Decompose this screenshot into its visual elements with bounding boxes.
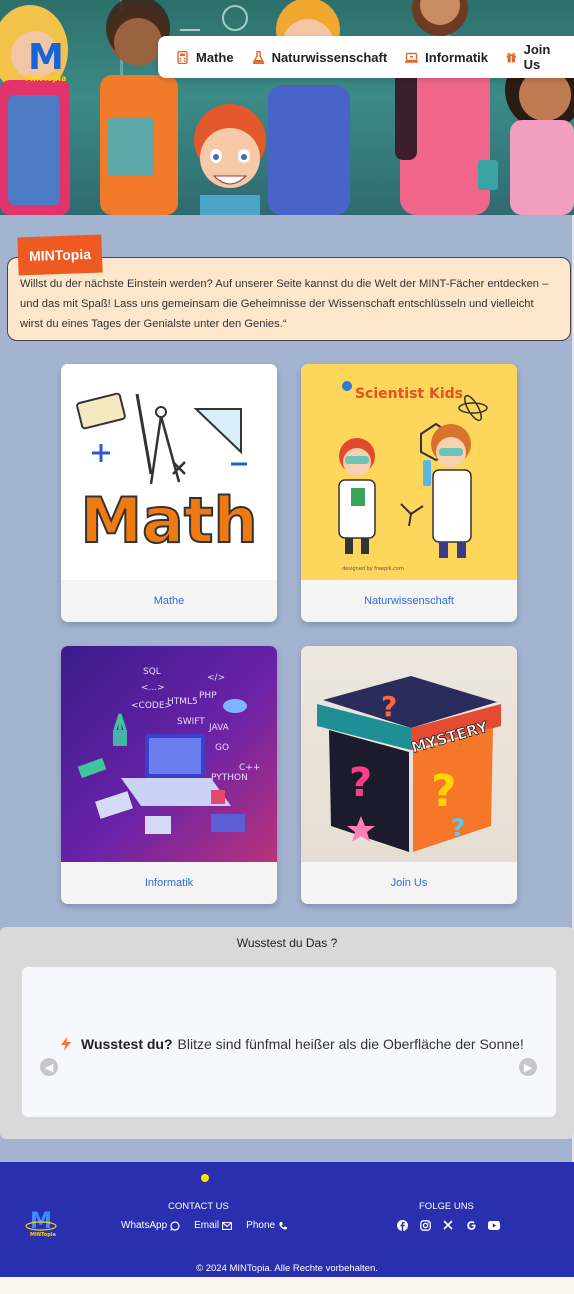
image-credit: designed by freepik.com [342,566,404,572]
phone-link[interactable]: Phone [246,1220,288,1231]
youtube-icon [488,1220,500,1230]
code-word: PYTHON [211,773,248,783]
code-word: <...> [141,683,165,693]
coding-illustration: SQL HTML5 PHP <CODE> SWIFT JAVA GO C++ P… [77,667,260,834]
instagram-link[interactable] [419,1219,431,1231]
nav-item-informatik[interactable]: Informatik [405,50,488,65]
svg-text:?: ? [349,760,372,806]
fact-item: Wusstest du? Blitze sind fünfmal heißer … [60,1036,524,1052]
nav-label: Mathe [196,49,234,65]
gift-icon [506,52,516,62]
science-image-title: Scientist Kids [355,386,463,402]
svg-text:?: ? [381,690,397,723]
code-word: SWIFT [177,717,205,727]
card-naturwissenschaft[interactable]: Scientist Kids designed by freepik.com N… [301,364,517,622]
intro-text: Willst du der nächste Einstein werden? A… [20,278,549,330]
nav-item-naturwissenschaft[interactable]: Naturwissenschaft [252,49,388,65]
facts-title: Wusstest du Das ? [236,936,338,950]
math-illustration: Math [76,392,259,558]
site-logo[interactable]: M MINTopia [22,37,67,86]
card-image-informatik: SQL HTML5 PHP <CODE> SWIFT JAVA GO C++ P… [61,646,277,862]
facts-section: Wusstest du Das ? Wusstest du? Blitze si… [0,927,574,1139]
main-navigation: Mathe Naturwissenschaft Informatik Join … [158,36,574,78]
logo-letter: M [28,37,64,78]
copyright-text: © 2024 MINTopia. Alle Rechte vorbehalten… [196,1263,378,1274]
facts-carousel: Wusstest du? Blitze sind fünfmal heißer … [22,967,556,1117]
code-word: GO [215,743,229,753]
card-caption[interactable]: Join Us [301,862,517,904]
nav-item-join-us[interactable]: Join Us [506,42,562,72]
phone-icon [279,1221,288,1229]
carousel-next-button[interactable]: ▶ [519,1058,537,1076]
code-word: C++ [239,763,260,773]
svg-text:?: ? [451,814,465,842]
svg-text:?: ? [431,766,457,817]
code-word: </> [207,673,225,683]
card-caption[interactable]: Mathe [61,580,277,622]
flask-icon [252,50,264,64]
footer-logo[interactable]: M MINTopia [24,1206,58,1240]
lightning-icon [61,1037,71,1051]
youtube-link[interactable] [488,1219,500,1231]
fact-bold: Wusstest du? [81,1036,173,1052]
chevron-left-icon: ◀ [44,1060,54,1074]
bottom-strip [0,1277,574,1294]
link-label: Phone [246,1220,276,1231]
contact-title: CONTACT US [168,1201,229,1212]
whatsapp-icon [170,1220,180,1231]
fact-text: Blitze sind fünfmal heißer als die Oberf… [177,1036,524,1052]
google-link[interactable] [465,1219,477,1231]
carousel-prev-button[interactable]: ◀ [40,1058,58,1076]
card-join-us[interactable]: MYSTERY ? ? ? ? Join Us [301,646,517,904]
footer-logo-text: MINTopia [30,1232,56,1238]
science-illustration: Scientist Kids designed by freepik.com [338,381,488,572]
hero-kids-illustration [0,0,574,215]
math-image-text: Math [80,484,257,557]
nav-item-mathe[interactable]: Mathe [176,50,234,65]
chevron-right-icon: ▶ [523,1060,533,1074]
code-word: JAVA [208,723,230,733]
card-caption[interactable]: Informatik [61,862,277,904]
whatsapp-link[interactable]: WhatsApp [121,1220,180,1231]
code-word: PHP [199,691,217,701]
facebook-icon [396,1219,408,1231]
card-image-mystery: MYSTERY ? ? ? ? [301,646,517,862]
follow-title: FOLGE UNS [419,1201,474,1212]
calculator-icon [177,50,188,64]
mystery-box-illustration: MYSTERY ? ? ? ? [317,676,501,852]
instagram-icon [419,1219,431,1231]
decorative-dot [201,1174,209,1182]
card-image-science: Scientist Kids designed by freepik.com [301,364,517,580]
nav-label: Informatik [425,49,488,65]
envelope-icon [222,1221,233,1230]
link-label: Email [194,1220,220,1231]
nav-label: Naturwissenschaft [271,49,388,65]
card-mathe[interactable]: Math Mathe [61,364,277,622]
x-icon [443,1220,453,1230]
hero-banner: M MINTopia Mathe Naturwissenschaft Infor… [0,0,574,215]
code-word: <CODE> [131,701,172,711]
email-link[interactable]: Email [194,1220,233,1231]
card-informatik[interactable]: SQL HTML5 PHP <CODE> SWIFT JAVA GO C++ P… [61,646,277,904]
social-links [396,1219,511,1231]
link-label: WhatsApp [121,1220,168,1231]
laptop-icon [405,52,419,63]
contact-links: WhatsApp Email Phone [121,1220,302,1231]
facebook-link[interactable] [396,1219,408,1231]
card-caption[interactable]: Naturwissenschaft [301,580,517,622]
code-word: SQL [143,667,161,677]
nav-label: Join Us [523,42,551,72]
google-icon [466,1220,476,1230]
x-link[interactable] [442,1219,454,1231]
card-image-math: Math [61,364,277,580]
site-footer: M MINTopia CONTACT US WhatsApp Email Pho… [0,1162,574,1277]
intro-badge: MINTopia [17,234,103,276]
logo-text: MINTopia [25,74,67,83]
